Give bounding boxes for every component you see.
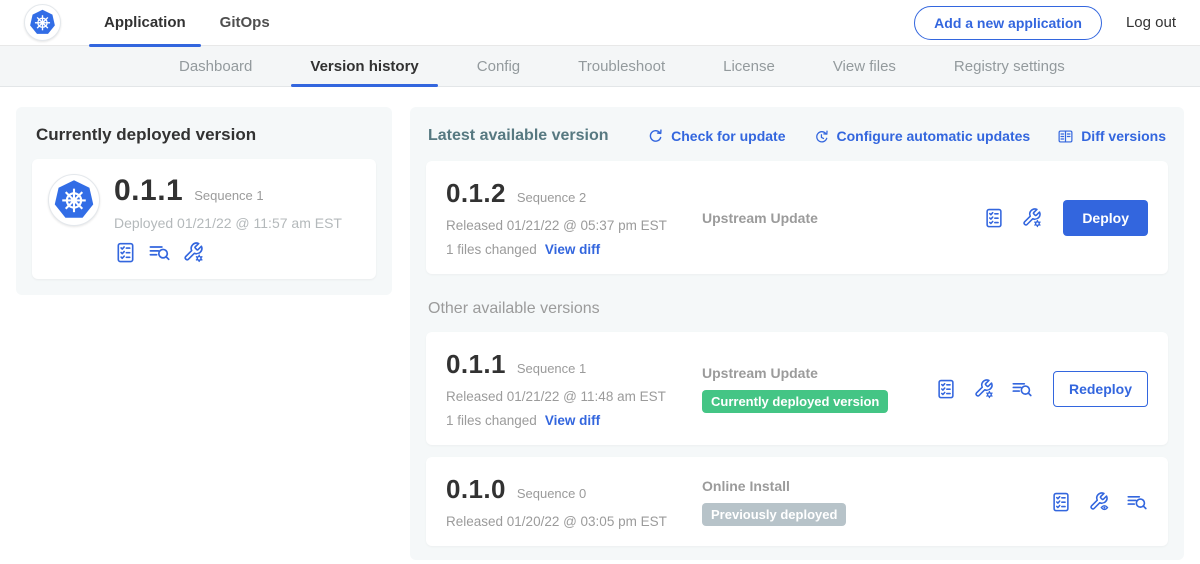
config-wrench-gear-icon[interactable]: [1021, 207, 1043, 229]
tab-gitops[interactable]: GitOps: [203, 0, 287, 46]
deployed-sequence-label: Sequence 1: [194, 188, 263, 203]
version-info: 0.1.1 Sequence 1 Released 01/21/22 @ 11:…: [446, 349, 702, 428]
view-diff-link[interactable]: View diff: [545, 242, 600, 257]
sequence-label: Sequence 2: [517, 190, 586, 205]
latest-version-title: Latest available version: [428, 127, 609, 145]
deploy-logs-icon[interactable]: [148, 241, 171, 264]
config-wrench-eye-icon[interactable]: [1088, 491, 1110, 513]
status-badge-wrap: Previously deployed: [702, 503, 1050, 526]
tab-registry-settings-label: Registry settings: [954, 58, 1065, 75]
deployed-timestamp: Deployed 01/21/22 @ 11:57 am EST: [114, 215, 342, 231]
deploy-button[interactable]: Deploy: [1063, 200, 1148, 236]
preflight-checklist-icon[interactable]: [935, 378, 957, 400]
refresh-icon: [647, 128, 664, 145]
app-logo: [24, 4, 61, 41]
tab-version-history-label: Version history: [310, 58, 418, 75]
currently-deployed-panel: Currently deployed version 0.1.1 Sequenc…: [16, 107, 392, 295]
tab-view-files[interactable]: View files: [804, 46, 925, 86]
status-badge-wrap: Currently deployed version: [702, 390, 935, 413]
redeploy-button[interactable]: Redeploy: [1053, 371, 1148, 407]
diff-versions-link[interactable]: Diff versions: [1057, 128, 1166, 145]
config-wrench-gear-icon[interactable]: [973, 378, 995, 400]
version-number: 0.1.2: [446, 178, 506, 209]
tab-application[interactable]: Application: [87, 0, 203, 46]
app-subnav: Dashboard Version history Config Trouble…: [0, 46, 1200, 87]
deploy-logs-icon[interactable]: [1126, 491, 1148, 513]
released-timestamp: Released 01/21/22 @ 11:48 am EST: [446, 389, 702, 404]
add-application-button[interactable]: Add a new application: [914, 6, 1102, 40]
version-row-0-1-2: 0.1.2 Sequence 2 Released 01/21/22 @ 05:…: [426, 161, 1168, 274]
released-timestamp: Released 01/20/22 @ 03:05 pm EST: [446, 514, 702, 529]
preflight-checklist-icon[interactable]: [1050, 491, 1072, 513]
tab-troubleshoot[interactable]: Troubleshoot: [549, 46, 694, 86]
tab-config[interactable]: Config: [448, 46, 549, 86]
currently-deployed-title: Currently deployed version: [36, 125, 376, 145]
tab-license[interactable]: License: [694, 46, 804, 86]
configure-automatic-updates-label: Configure automatic updates: [837, 128, 1031, 144]
released-timestamp: Released 01/21/22 @ 05:37 pm EST: [446, 218, 702, 233]
kubernetes-icon: [53, 179, 95, 221]
tab-registry-settings[interactable]: Registry settings: [925, 46, 1094, 86]
tab-view-files-label: View files: [833, 58, 896, 75]
source-label: Online Install: [702, 478, 1050, 494]
version-row-0-1-1: 0.1.1 Sequence 1 Released 01/21/22 @ 11:…: [426, 332, 1168, 445]
diff-icon: [1057, 128, 1074, 145]
logout-link[interactable]: Log out: [1126, 14, 1176, 31]
version-source: Upstream Update: [702, 210, 983, 226]
version-source: Online Install Previously deployed: [702, 478, 1050, 526]
tab-dashboard-label: Dashboard: [179, 58, 252, 75]
panel-actions: Check for update Configure automatic upd…: [647, 128, 1166, 145]
top-bar: Application GitOps Add a new application…: [0, 0, 1200, 46]
deploy-logs-icon[interactable]: [1011, 378, 1033, 400]
version-row-0-1-0: 0.1.0 Sequence 0 Released 01/20/22 @ 03:…: [426, 457, 1168, 546]
files-changed-label: 1 files changed: [446, 413, 537, 428]
preflight-checklist-icon[interactable]: [983, 207, 1005, 229]
version-source: Upstream Update Currently deployed versi…: [702, 365, 935, 413]
other-versions-title: Other available versions: [428, 300, 1166, 318]
tab-application-label: Application: [104, 14, 186, 31]
tab-gitops-label: GitOps: [220, 14, 270, 31]
tab-license-label: License: [723, 58, 775, 75]
config-wrench-gear-icon[interactable]: [182, 241, 205, 264]
previously-deployed-badge: Previously deployed: [702, 503, 846, 526]
sequence-label: Sequence 1: [517, 361, 586, 376]
files-changed-line: 1 files changed View diff: [446, 413, 702, 428]
deployed-version-number: 0.1.1: [114, 174, 183, 208]
tab-config-label: Config: [477, 58, 520, 75]
deployed-version-info: 0.1.1 Sequence 1 Deployed 01/21/22 @ 11:…: [114, 174, 342, 264]
view-diff-link[interactable]: View diff: [545, 413, 600, 428]
version-history-panel: Latest available version Check for updat…: [410, 107, 1184, 560]
configure-automatic-updates-link[interactable]: Configure automatic updates: [813, 128, 1031, 145]
main-content: Currently deployed version 0.1.1 Sequenc…: [0, 87, 1200, 564]
version-actions: [1050, 491, 1148, 513]
app-version-logo: [48, 174, 100, 226]
diff-versions-label: Diff versions: [1081, 128, 1166, 144]
version-number: 0.1.0: [446, 474, 506, 505]
latest-version-header: Latest available version Check for updat…: [428, 127, 1166, 145]
currently-deployed-badge: Currently deployed version: [702, 390, 888, 413]
version-info: 0.1.0 Sequence 0 Released 01/20/22 @ 03:…: [446, 474, 702, 529]
files-changed-label: 1 files changed: [446, 242, 537, 257]
tab-dashboard[interactable]: Dashboard: [150, 46, 281, 86]
top-nav: Application GitOps: [87, 0, 287, 46]
currently-deployed-card: 0.1.1 Sequence 1 Deployed 01/21/22 @ 11:…: [32, 159, 376, 279]
check-for-update-label: Check for update: [671, 128, 785, 144]
version-info: 0.1.2 Sequence 2 Released 01/21/22 @ 05:…: [446, 178, 702, 257]
schedule-update-icon: [813, 128, 830, 145]
top-bar-right: Add a new application Log out: [914, 6, 1176, 40]
deployed-actions: [114, 241, 342, 264]
source-label: Upstream Update: [702, 365, 935, 381]
files-changed-line: 1 files changed View diff: [446, 242, 702, 257]
version-actions: Redeploy: [935, 371, 1148, 407]
tab-troubleshoot-label: Troubleshoot: [578, 58, 665, 75]
preflight-checklist-icon[interactable]: [114, 241, 137, 264]
check-for-update-link[interactable]: Check for update: [647, 128, 785, 145]
tab-version-history[interactable]: Version history: [281, 46, 447, 86]
sequence-label: Sequence 0: [517, 486, 586, 501]
version-actions: Deploy: [983, 200, 1148, 236]
version-number: 0.1.1: [446, 349, 506, 380]
source-label: Upstream Update: [702, 210, 983, 226]
kubernetes-icon: [29, 9, 56, 36]
